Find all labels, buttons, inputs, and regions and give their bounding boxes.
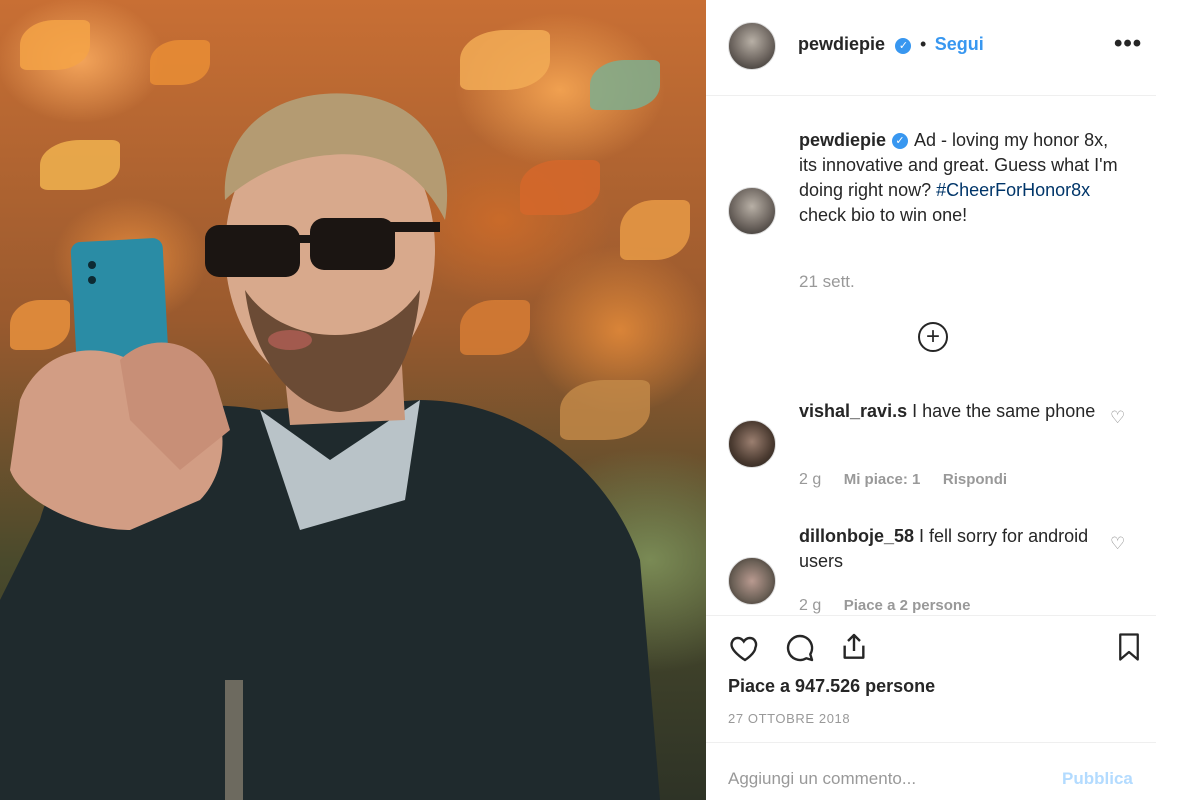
- plus-circle-icon[interactable]: +: [918, 322, 948, 352]
- comment-time[interactable]: 2 g: [799, 597, 821, 614]
- person-illustration: [0, 93, 660, 800]
- post-photo[interactable]: [0, 0, 706, 800]
- avatar[interactable]: [728, 22, 776, 70]
- more-options-icon[interactable]: •••: [1114, 30, 1142, 58]
- reply-button[interactable]: Rispondi: [943, 471, 1007, 488]
- comment-likes[interactable]: Mi piace: 1: [844, 471, 921, 488]
- caption-text-end: check bio to win one!: [799, 205, 968, 225]
- separator-dot: •: [919, 34, 927, 54]
- publish-button[interactable]: Pubblica: [1062, 769, 1133, 789]
- share-icon[interactable]: [838, 630, 870, 664]
- comment-like-heart-icon[interactable]: ♡: [1110, 534, 1125, 554]
- header-user-row: pewdiepie ✓ • Segui: [798, 34, 984, 55]
- comment-icon[interactable]: [784, 632, 816, 664]
- post-date[interactable]: 27 OTTOBRE 2018: [728, 711, 850, 726]
- bookmark-icon[interactable]: [1114, 630, 1144, 664]
- post-header: pewdiepie ✓ • Segui •••: [706, 0, 1156, 96]
- follow-button[interactable]: Segui: [935, 34, 984, 54]
- comment-text: I have the same phone: [912, 401, 1096, 421]
- comment-username[interactable]: dillonboje_58: [799, 526, 914, 546]
- comment-item: vishal_ravi.s I have the same phone: [799, 399, 1099, 424]
- comment-item: dillonboje_58 I fell sorry for android u…: [799, 524, 1099, 574]
- header-username[interactable]: pewdiepie: [798, 34, 885, 54]
- caption-avatar[interactable]: [728, 187, 776, 235]
- caption-hashtag[interactable]: #CheerForHonor8x: [936, 180, 1090, 200]
- verified-check-icon: ✓: [892, 133, 909, 150]
- comment-input[interactable]: Aggiungi un commento...: [728, 769, 916, 789]
- heart-icon[interactable]: [728, 632, 762, 664]
- comment-likes[interactable]: Piace a 2 persone: [844, 597, 971, 614]
- likes-count[interactable]: Piace a 947.526 persone: [728, 676, 935, 697]
- comment-time[interactable]: 2 g: [799, 471, 821, 488]
- comment-meta: 2 g Mi piace: 1 Rispondi: [799, 471, 1025, 489]
- caption-time[interactable]: 21 sett.: [799, 272, 855, 292]
- comment-avatar[interactable]: [728, 420, 776, 468]
- comment-username[interactable]: vishal_ravi.s: [799, 401, 907, 421]
- post-caption: pewdiepie ✓ Ad - loving my honor 8x, its i…: [799, 128, 1129, 228]
- verified-check-icon: ✓: [895, 37, 912, 54]
- comment-like-heart-icon[interactable]: ♡: [1110, 408, 1125, 428]
- comment-avatar[interactable]: [728, 557, 776, 605]
- comment-meta: 2 g Piace a 2 persone: [799, 597, 988, 615]
- add-comment-bar: Aggiungi un commento... Pubblica: [706, 742, 1156, 801]
- caption-username[interactable]: pewdiepie: [799, 130, 886, 150]
- post-details-panel: pewdiepie ✓ • Segui ••• pewdiepie ✓ Ad - l…: [706, 0, 1200, 800]
